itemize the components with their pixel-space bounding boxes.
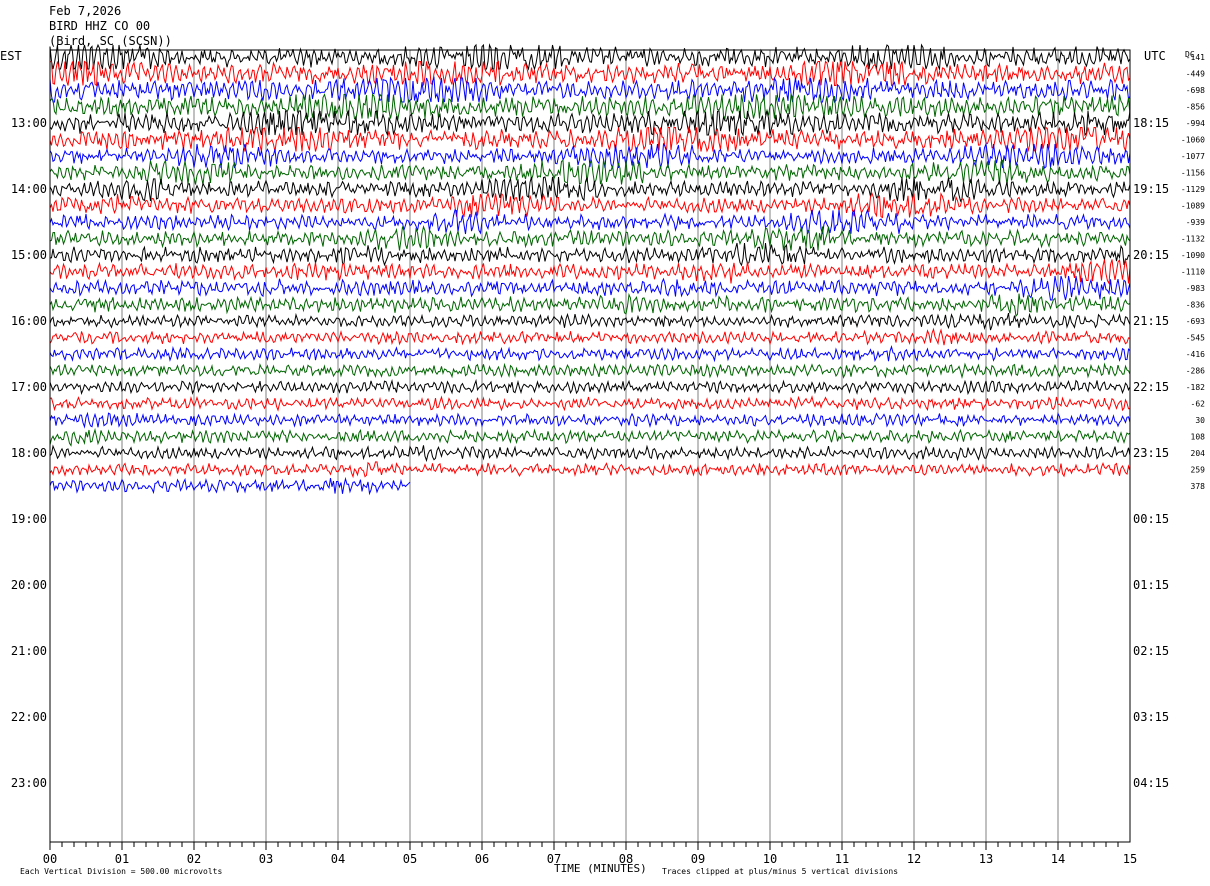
dc-offset-label: -1129 [1181, 185, 1205, 194]
seismic-trace [49, 427, 1131, 447]
utc-hour-label: 19:15 [1133, 182, 1169, 196]
est-hour-labels: 13:00 14:00 15:00 16:00 17:00 18:00 19:00 20:00… [11, 116, 47, 790]
date-label: Feb 7,2026 [49, 4, 122, 18]
utc-zone-label: UTC [1144, 49, 1166, 63]
dc-offset-label: -62 [1191, 400, 1206, 409]
location-label: (Bird, SC (SCSN)) [49, 34, 172, 48]
seismic-trace [49, 242, 1131, 267]
scale-note: Each Vertical Division = 500.00 microvol… [20, 867, 223, 876]
dc-offset-label: -416 [1186, 350, 1205, 359]
seismic-trace [49, 158, 1131, 185]
utc-hour-label: 00:15 [1133, 512, 1169, 526]
seismic-trace [49, 461, 1131, 479]
clip-note: Traces clipped at plus/minus 5 vertical … [662, 867, 899, 876]
dc-offset-label: -1110 [1181, 268, 1205, 277]
dc-offset-label: -836 [1186, 301, 1205, 310]
trace-group [49, 43, 1131, 496]
seismic-trace [49, 109, 1131, 137]
station-label: BIRD HHZ CO 00 [49, 19, 151, 33]
seismic-trace [49, 312, 1131, 331]
utc-hour-label: 20:15 [1133, 248, 1169, 262]
dc-offset-label: -693 [1186, 317, 1205, 326]
x-tick-label: 12 [907, 852, 921, 866]
seismic-trace [49, 225, 1131, 251]
seismic-trace [49, 411, 1131, 429]
utc-hour-label: 03:15 [1133, 710, 1169, 724]
dc-offset-label: -1060 [1181, 136, 1205, 145]
utc-hour-label: 02:15 [1133, 644, 1169, 658]
x-tick-label: 06 [475, 852, 489, 866]
seismogram-plot: 13:00 14:00 15:00 16:00 17:00 18:00 19:00 20:00… [11, 43, 1205, 866]
seismic-trace [49, 395, 1130, 412]
utc-hour-labels: 18:15 19:15 20:15 21:15 22:15 23:15 00:15 01:15… [1133, 116, 1169, 790]
est-hour-label: 23:00 [11, 776, 47, 790]
utc-hour-label: 23:15 [1133, 446, 1169, 460]
dc-offset-label: -856 [1186, 103, 1205, 112]
x-tick-label: 03 [259, 852, 273, 866]
minute-grid [121, 50, 1059, 842]
seismic-trace [49, 362, 1131, 379]
dc-offset-label: -1132 [1181, 235, 1205, 244]
seismic-trace [49, 176, 1131, 203]
dc-offset-label: 378 [1191, 482, 1206, 491]
utc-hour-label: 22:15 [1133, 380, 1169, 394]
x-axis-title: TIME (MINUTES) [554, 862, 647, 875]
est-hour-label: 16:00 [11, 314, 47, 328]
dc-header-label: DC [1185, 50, 1195, 59]
x-tick-label: 00 [43, 852, 57, 866]
dc-offset-label: -1156 [1181, 169, 1205, 178]
x-tick-label: 11 [835, 852, 849, 866]
seismic-trace [49, 275, 1131, 301]
seismic-trace [49, 327, 1131, 346]
dc-offset-label: -994 [1186, 119, 1205, 128]
seismic-trace [49, 444, 1131, 463]
utc-hour-label: 18:15 [1133, 116, 1169, 130]
dc-offset-label: -983 [1186, 284, 1205, 293]
seismic-trace [49, 258, 1131, 285]
seismic-trace [49, 60, 1131, 87]
dc-offset-label: -182 [1186, 383, 1205, 392]
x-tick-label: 05 [403, 852, 417, 866]
x-tick-label: 10 [763, 852, 777, 866]
seismic-trace [49, 43, 1131, 71]
x-tick-label: 13 [979, 852, 993, 866]
dc-offset-label: 259 [1191, 466, 1206, 475]
est-zone-label: EST [0, 49, 22, 63]
dc-offset-label: 204 [1191, 449, 1206, 458]
dc-offset-label: -1090 [1181, 251, 1205, 260]
dc-offset-label: -939 [1186, 218, 1205, 227]
dc-offset-label: 108 [1191, 433, 1206, 442]
dc-offset-label: -449 [1186, 70, 1205, 79]
est-hour-label: 18:00 [11, 446, 47, 460]
est-hour-label: 13:00 [11, 116, 47, 130]
dc-offset-label: 30 [1195, 416, 1205, 425]
x-tick-label: 15 [1123, 852, 1137, 866]
x-tick-label: 09 [691, 852, 705, 866]
est-hour-label: 14:00 [11, 182, 47, 196]
est-hour-label: 20:00 [11, 578, 47, 592]
est-hour-label: 21:00 [11, 644, 47, 658]
seismic-trace [49, 378, 1131, 396]
utc-hour-label: 21:15 [1133, 314, 1169, 328]
dc-offset-label: -698 [1186, 86, 1205, 95]
est-hour-label: 19:00 [11, 512, 47, 526]
x-tick-label: 14 [1051, 852, 1065, 866]
utc-hour-label: 04:15 [1133, 776, 1169, 790]
est-hour-label: 17:00 [11, 380, 47, 394]
seismic-trace [49, 208, 1131, 235]
seismic-trace [49, 292, 1131, 318]
dc-offset-label: -1077 [1181, 152, 1205, 161]
x-tick-label: 04 [331, 852, 345, 866]
dc-offset-label: -545 [1186, 334, 1205, 343]
dc-offset-label: -1089 [1181, 202, 1205, 211]
seismic-trace [49, 345, 1131, 363]
utc-hour-label: 01:15 [1133, 578, 1169, 592]
dc-offset-labels: -141-449-698-856-994-1060-1077-1156-1129… [1181, 53, 1205, 491]
est-hour-label: 15:00 [11, 248, 47, 262]
seismic-trace [49, 476, 411, 496]
est-hour-label: 22:00 [11, 710, 47, 724]
dc-offset-label: -286 [1186, 367, 1205, 376]
x-tick-label: 02 [187, 852, 201, 866]
x-tick-label: 01 [115, 852, 129, 866]
